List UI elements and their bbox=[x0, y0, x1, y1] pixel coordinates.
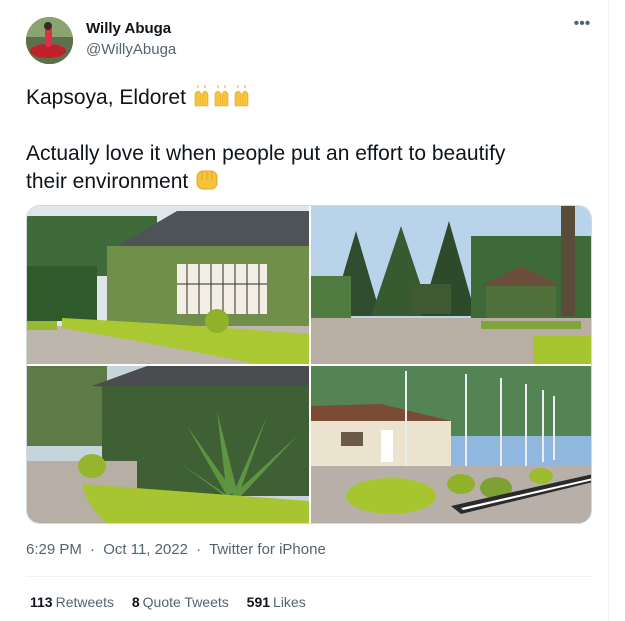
location-text: Kapsoya, Eldoret bbox=[26, 86, 186, 109]
tweet-line-2: Actually love it when people put an effo… bbox=[26, 142, 506, 165]
likes-label: Likes bbox=[273, 594, 306, 610]
tweet-line-3: their environment bbox=[26, 168, 586, 200]
meta-separator-1: · bbox=[90, 541, 96, 558]
retweets-label: Retweets bbox=[55, 594, 114, 610]
tweet-source[interactable]: Twitter for iPhone bbox=[209, 541, 326, 558]
author-display-name[interactable]: Willy Abuga bbox=[86, 20, 171, 37]
retweets-stat[interactable]: 113 Retweets bbox=[30, 594, 114, 610]
divider bbox=[26, 576, 592, 577]
tweet-stats: 113 Retweets 8 Quote Tweets 591 Likes bbox=[30, 594, 320, 610]
fist-emoji-icon bbox=[194, 168, 220, 200]
likes-stat[interactable]: 591 Likes bbox=[247, 594, 306, 610]
meta-separator-2: · bbox=[196, 541, 202, 558]
author-handle[interactable]: @WillyAbuga bbox=[86, 41, 176, 58]
raising-hands-emoji-icon bbox=[192, 84, 252, 116]
photo-flagpoles[interactable] bbox=[311, 366, 591, 523]
tweet-text: Kapsoya, Eldoret Actually love it when p… bbox=[26, 84, 586, 200]
tweet-card: Willy Abuga @WillyAbuga ••• Kapsoya, Eld… bbox=[0, 0, 609, 621]
tweet-date[interactable]: Oct 11, 2022 bbox=[103, 541, 188, 558]
retweets-count: 113 bbox=[30, 594, 53, 610]
tweet-line-3-text: their environment bbox=[26, 170, 189, 193]
tweet-meta: 6:29 PM · Oct 11, 2022 · Twitter for iPh… bbox=[26, 541, 330, 558]
likes-count: 591 bbox=[246, 594, 271, 610]
quote-tweets-label: Quote Tweets bbox=[142, 594, 229, 610]
photo-hedge-palm[interactable] bbox=[27, 366, 309, 523]
avatar[interactable] bbox=[26, 17, 73, 64]
photo-building-ivy[interactable] bbox=[27, 206, 309, 364]
quote-tweets-stat[interactable]: 8 Quote Tweets bbox=[132, 594, 229, 610]
tweet-time[interactable]: 6:29 PM bbox=[26, 541, 82, 558]
tweet-line-1: Kapsoya, Eldoret bbox=[26, 84, 586, 116]
media-grid bbox=[26, 205, 592, 524]
quote-tweets-count: 8 bbox=[131, 594, 140, 610]
more-options-icon[interactable]: ••• bbox=[571, 16, 593, 38]
photo-compound-trees[interactable] bbox=[311, 206, 591, 364]
